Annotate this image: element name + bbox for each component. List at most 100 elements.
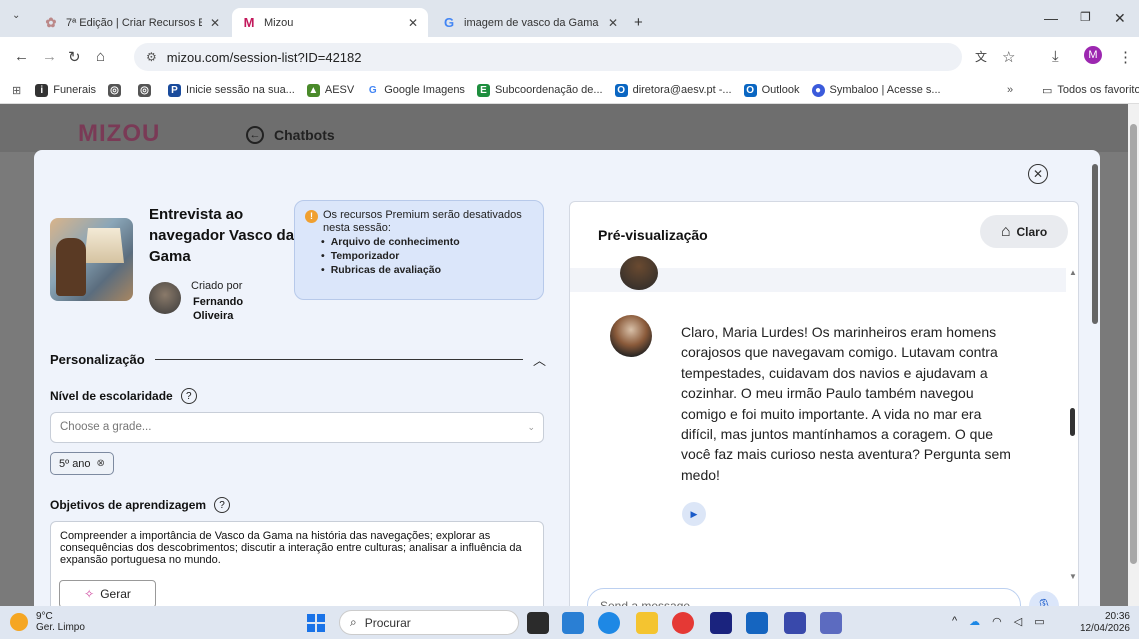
session-modal: ✕ Entrevista ao navegador Vasco da Gama … [34,150,1100,606]
grade-chip[interactable]: 5º ano ⊗ [50,452,114,475]
message-input[interactable]: Send a message... [587,588,1021,606]
bookmark-funerais[interactable]: i Funerais [35,83,96,97]
home-icon[interactable]: ⌂ [96,48,105,65]
bot-avatar [610,315,652,357]
minimize-icon[interactable]: — [1044,10,1058,26]
bookmark-chrome-1[interactable]: ◎ [108,83,126,97]
info-icon: ! [305,210,318,223]
page-scrollbar[interactable] [1128,104,1139,606]
more-bookmarks-icon[interactable]: » [1007,84,1013,96]
tab-search-icon[interactable]: ⌄ [12,10,20,21]
modal-scrollbar[interactable] [1090,150,1100,606]
bookmark-outlook[interactable]: O Outlook [743,83,800,97]
help-icon[interactable]: ? [180,388,197,404]
weather-widget[interactable]: 9°C Ger. Limpo [10,611,85,633]
chrome-icon[interactable] [672,612,694,634]
back-icon[interactable]: ← [14,48,29,65]
grade-select[interactable]: Choose a grade... ⌄ [50,412,544,443]
volume-icon[interactable]: ◁ [1014,615,1022,628]
task-view-icon[interactable] [527,612,549,634]
help-icon[interactable]: ? [214,497,231,513]
bookmark-inicie[interactable]: P Inicie sessão na sua... [168,83,295,97]
bookmark-symbaloo[interactable]: ● Symbaloo | Acesse s... [811,83,941,97]
chevron-up-icon[interactable]: ^ [952,615,957,628]
apps-icon[interactable]: ⊞ [12,84,21,97]
iave-icon[interactable] [710,612,732,634]
forward-icon[interactable]: → [42,48,57,65]
grade-label: Nível de escolaridade? [50,388,197,404]
close-window-icon[interactable]: ✕ [1114,10,1126,27]
divider [154,359,523,360]
preview-panel: Pré-visualização ⌂ Claro Claro, Maria Lur… [569,201,1079,606]
wifi-icon[interactable]: ◠ [992,615,1002,628]
restore-icon[interactable]: ❐ [1080,10,1091,24]
bookmark-google-imagens[interactable]: G Google Imagens [366,83,465,97]
onedrive-icon[interactable]: ☁ [969,615,980,628]
close-tab-icon[interactable]: ✕ [210,16,220,30]
address-bar[interactable]: ⚙ mizou.com/session-list?ID=42182 [134,43,962,71]
list-item: Temporizador [321,249,533,263]
bookmark-chrome-2[interactable]: ◎ [138,83,156,97]
page-content: MIZOU ← Chatbots ✕ Entrevista ao navegado… [0,104,1128,606]
download-icon[interactable]: ⤓ [1052,48,1059,65]
generate-button[interactable]: ✧ Gerar [59,580,156,606]
weather-icon [10,613,28,631]
close-tab-icon[interactable]: ✕ [608,16,618,30]
previous-message [570,256,1066,292]
edge-icon[interactable] [598,612,620,634]
chatbot-title: Entrevista ao navegador Vasco da Gama [149,206,295,265]
site-settings-icon[interactable]: ⚙ [146,50,157,64]
back-arrow-icon: ← [246,126,264,144]
reload-icon[interactable]: ↻ [68,48,81,66]
menu-icon[interactable]: ⋮ [1118,48,1133,66]
bookmarks-bar: ⊞ i Funerais ◎ ◎ P Inicie sessão na sua...… [0,77,1139,104]
chatbots-nav[interactable]: ← Chatbots [246,126,335,144]
bookmark-diretora[interactable]: Odiretora@aesv.pt -... [614,83,732,97]
folder-icon: ▭ [1042,84,1053,97]
windows-taskbar: 9°C Ger. Limpo ⌕ Procurar ^ ☁ ◠ ◁ ▭ 20:36 1… [0,606,1139,639]
app-icon[interactable] [784,612,806,634]
word-icon[interactable] [746,612,768,634]
close-modal-icon[interactable]: ✕ [1028,164,1048,184]
url-text: mizou.com/session-list?ID=42182 [166,49,362,65]
file-explorer-icon[interactable] [636,612,658,634]
all-bookmarks[interactable]: ▭ Todos os favoritos [1042,84,1139,97]
browser-tab-google[interactable]: G imagem de vasco da Gama - Pe ✕ [432,8,628,37]
theme-toggle-button[interactable]: ⌂ Claro [980,215,1068,248]
clock[interactable]: 20:36 12/04/2026 [1070,611,1130,635]
chatbot-avatar [50,218,133,301]
start-button[interactable] [307,614,325,632]
sparkle-icon: ✧ [84,587,95,601]
profile-avatar[interactable]: M [1084,46,1102,64]
premium-notice: ! Os recursos Premium serão desativados n… [294,200,544,300]
browser-tab-edu[interactable]: ✿ 7ª Edição | Criar Recursos Educa ✕ [34,8,230,37]
mizou-logo: MIZOU [78,120,161,147]
browser-tab-bar: ⌄ ✿ 7ª Edição | Criar Recursos Educa ✕ M… [0,0,1139,37]
objectives-label: Objetivos de aprendizagem? [50,497,231,513]
microphone-icon[interactable]: 🎙 [1029,591,1059,606]
created-by-label: Criado por [191,280,243,292]
mizou-icon: M [243,15,255,30]
bot-message: Claro, Maria Lurdes! Os marinheiros eram… [681,324,1011,483]
creator-name: Fernando Oliveira [193,296,244,322]
chevron-down-icon: ⌄ [527,422,535,432]
preview-title: Pré-visualização [598,227,708,243]
close-tab-icon[interactable]: ✕ [408,16,418,30]
list-item: Arquivo de conhecimento [321,235,533,249]
chevron-up-icon[interactable]: ︿ [533,350,546,369]
teams-icon[interactable] [820,612,842,634]
personalization-section-header[interactable]: Personalização ︿ [50,350,546,369]
remove-chip-icon[interactable]: ⊗ [97,458,105,469]
bookmark-star-icon[interactable]: ☆ [1002,48,1015,66]
play-audio-icon[interactable]: ▶ [682,502,706,526]
browser-tab-mizou[interactable]: M Mizou ✕ [232,8,428,37]
translate-icon[interactable]: 文 [975,48,987,65]
chat-scrollbar[interactable]: ▲ ▼ [1067,268,1078,598]
bookmark-subcoordenacao[interactable]: E Subcoordenação de... [476,83,603,97]
new-tab-button[interactable]: + [624,8,653,37]
search-icon: ⌕ [350,615,357,629]
widgets-icon[interactable] [562,612,584,634]
battery-icon[interactable]: ▭ [1034,615,1044,628]
taskbar-search[interactable]: ⌕ Procurar [339,610,519,635]
bookmark-aesv[interactable]: ▲ AESV [306,83,354,97]
